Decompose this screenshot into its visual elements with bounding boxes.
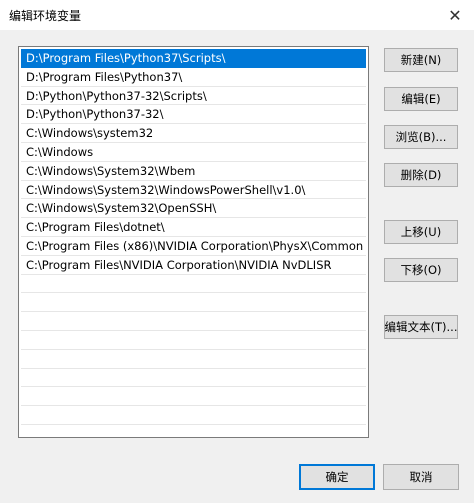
list-item[interactable]: D:\Program Files\Python37\	[21, 68, 366, 87]
list-item[interactable]: D:\Python\Python37-32\	[21, 105, 366, 125]
edit-text-button[interactable]: 编辑文本(T)...	[384, 315, 458, 339]
list-item[interactable]: C:\Windows	[21, 143, 366, 162]
move-down-button[interactable]: 下移(O)	[384, 258, 458, 282]
cancel-button[interactable]: 取消	[383, 464, 459, 490]
close-icon[interactable]: ✕	[444, 4, 466, 26]
empty-row[interactable]	[21, 293, 366, 313]
new-button[interactable]: 新建(N)	[384, 48, 458, 72]
list-item[interactable]: C:\Windows\System32\Wbem	[21, 162, 366, 181]
empty-row[interactable]	[21, 369, 366, 388]
window-title: 编辑环境变量	[9, 9, 82, 23]
list-item[interactable]: D:\Program Files\Python37\Scripts\	[21, 49, 366, 68]
list-item[interactable]: C:\Windows\System32\WindowsPowerShell\v1…	[21, 181, 366, 200]
empty-row[interactable]	[21, 387, 366, 407]
empty-row[interactable]	[21, 406, 366, 425]
move-up-button[interactable]: 上移(U)	[384, 220, 458, 244]
list-item[interactable]: C:\Program Files\NVIDIA Corporation\NVID…	[21, 256, 366, 275]
empty-row[interactable]	[21, 312, 366, 331]
empty-row[interactable]	[21, 350, 366, 369]
empty-row[interactable]	[21, 275, 366, 294]
ok-button[interactable]: 确定	[299, 464, 375, 490]
list-item[interactable]: C:\Program Files (x86)\NVIDIA Corporatio…	[21, 237, 366, 256]
delete-button[interactable]: 删除(D)	[384, 163, 458, 187]
list-item[interactable]: C:\Windows\System32\OpenSSH\	[21, 199, 366, 219]
title-bar: 编辑环境变量 ✕	[0, 0, 474, 30]
browse-button[interactable]: 浏览(B)...	[384, 125, 458, 149]
list-item[interactable]: C:\Program Files\dotnet\	[21, 218, 366, 237]
edit-button[interactable]: 编辑(E)	[384, 87, 458, 111]
empty-row[interactable]	[21, 331, 366, 350]
list-item[interactable]: C:\Windows\system32	[21, 124, 366, 143]
list-item[interactable]: D:\Python\Python37-32\Scripts\	[21, 87, 366, 106]
path-list[interactable]: D:\Program Files\Python37\Scripts\ D:\Pr…	[18, 46, 369, 438]
